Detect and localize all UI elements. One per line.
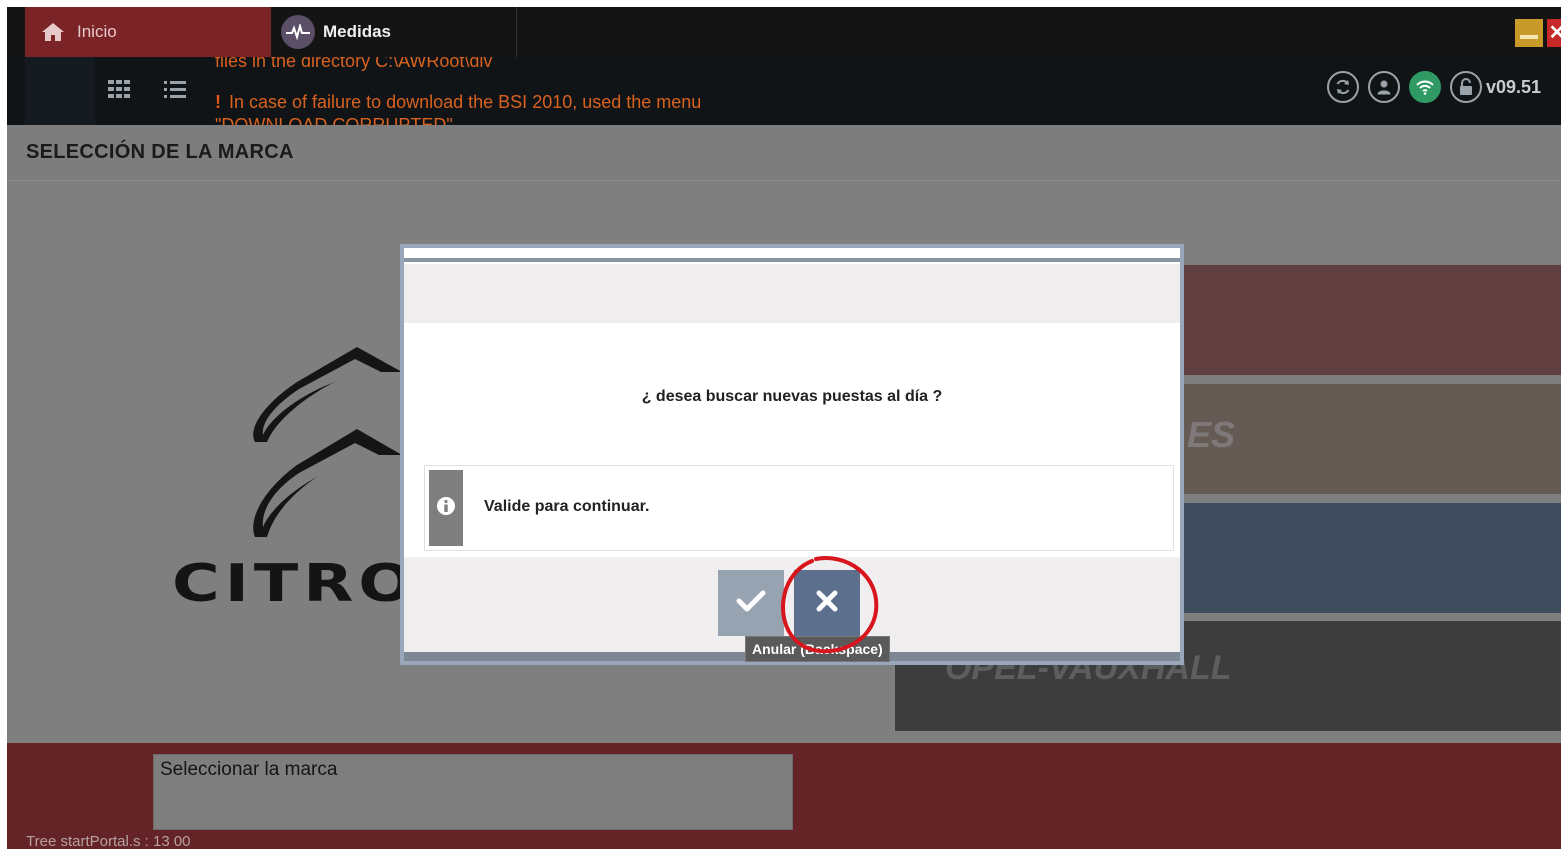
banner-message-text: In case of failure to download the BSI 2…: [229, 92, 702, 112]
hint-box: Seleccionar la marca: [153, 754, 793, 830]
warning-icon: !: [215, 92, 221, 112]
tab-bar: Inicio Medidas ✕: [7, 7, 1561, 57]
banner-message-top: files in the directory C:\AWRoot\dlv: [215, 57, 493, 71]
lock-icon[interactable]: [1450, 71, 1482, 103]
citroen-chevrons-logo[interactable]: [237, 347, 417, 552]
toolbar: files in the directory C:\AWRoot\dlv ! In…: [7, 57, 1561, 125]
list-view-icon[interactable]: [163, 79, 187, 104]
brand-tile-2-label: ES: [1187, 414, 1236, 455]
waveform-icon: [281, 15, 315, 49]
wifi-icon[interactable]: [1409, 71, 1441, 103]
info-panel: Valide para continuar.: [424, 465, 1174, 551]
info-icon: [436, 496, 456, 521]
highlight-circle: [781, 556, 879, 654]
user-icon[interactable]: [1368, 71, 1400, 103]
citroen-wordmark: CITRO: [172, 554, 419, 614]
dialog-question: ¿ desea buscar nuevas puestas al día ?: [641, 388, 943, 405]
page-title: SELECCIÓN DE LA MARCA: [26, 141, 294, 163]
tab-measures-label: Medidas: [323, 22, 392, 41]
tab-measures[interactable]: Medidas: [271, 7, 517, 57]
toolbar-back-button[interactable]: [25, 57, 95, 125]
confirm-button[interactable]: [718, 570, 784, 636]
dialog-top-divider: [404, 258, 1180, 262]
refresh-icon[interactable]: [1327, 71, 1359, 103]
close-window-button[interactable]: ✕: [1547, 19, 1561, 47]
info-bar: [429, 470, 463, 546]
banner-message-bottom: "DOWNLOAD CORRUPTED": [215, 115, 453, 125]
app-window: Inicio Medidas ✕ files in the directory …: [7, 7, 1561, 849]
tab-home-label: Inicio: [77, 22, 117, 41]
version-label: v09.51: [1486, 76, 1542, 97]
hint-text: Seleccionar la marca: [160, 759, 338, 780]
footer-bar: Seleccionar la marca Tree startPortal.s …: [7, 743, 1561, 849]
minimize-button[interactable]: [1515, 19, 1543, 47]
tree-status: Tree startPortal.s : 13 00: [26, 833, 191, 849]
tab-home[interactable]: Inicio: [25, 7, 271, 57]
check-icon: [736, 589, 766, 618]
grid-view-icon[interactable]: [107, 79, 131, 104]
status-icons: v09.51: [1327, 71, 1541, 103]
info-text: Valide para continuar.: [484, 498, 650, 515]
home-icon: [41, 22, 65, 42]
banner-message: ! In case of failure to download the BSI …: [215, 92, 701, 113]
title-bar: SELECCIÓN DE LA MARCA: [7, 125, 1561, 181]
dialog-header: [404, 264, 1180, 323]
